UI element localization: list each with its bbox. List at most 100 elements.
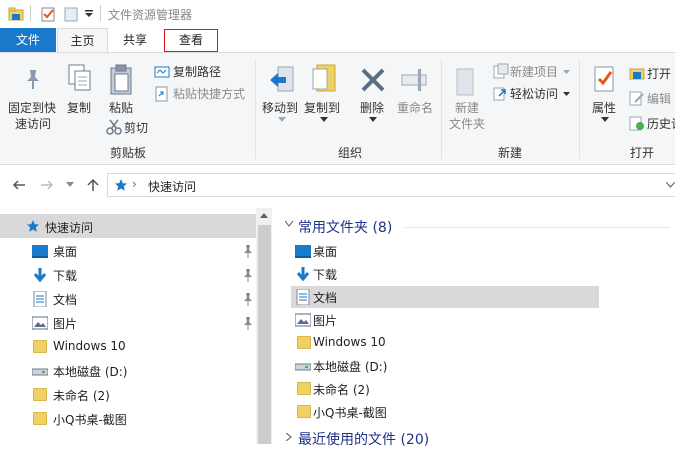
pin-icon[interactable] xyxy=(242,292,254,306)
easy-access-icon xyxy=(493,87,506,101)
properties-chevron-icon xyxy=(601,117,609,122)
new-item-button[interactable]: 新建项目 xyxy=(510,64,558,80)
copy-button[interactable]: 复制 xyxy=(67,100,91,116)
nav-label: 快速访问 xyxy=(45,221,94,235)
easy-access-chevron-icon xyxy=(563,92,570,96)
nav-label: 未命名 (2) xyxy=(53,389,110,403)
list-item-unnamed-2[interactable]: 未命名 (2) xyxy=(291,378,599,400)
forward-arrow-icon[interactable] xyxy=(40,179,54,191)
delete-icon xyxy=(361,68,385,92)
properties-button[interactable]: 属性 xyxy=(592,100,616,116)
new-folder-quick-icon[interactable] xyxy=(63,6,79,22)
copy-to-chevron-icon xyxy=(320,117,328,122)
tab-home[interactable]: 主页 xyxy=(57,28,108,53)
copy-icon xyxy=(68,64,91,91)
window-title: 文件资源管理器 xyxy=(108,8,193,22)
scroll-up-arrow-icon[interactable] xyxy=(260,213,268,219)
quick-access-star-icon xyxy=(27,220,39,232)
nav-item-windows10[interactable]: Windows 10 xyxy=(0,335,256,359)
pictures-icon xyxy=(32,316,48,330)
nav-item-documents[interactable]: 文档 xyxy=(0,287,256,311)
paste-button[interactable]: 粘贴 xyxy=(109,100,133,116)
list-item-downloads[interactable]: 下载 xyxy=(291,263,599,285)
pin-icon[interactable] xyxy=(242,268,254,282)
back-arrow-icon[interactable] xyxy=(12,179,26,191)
copy-to-icon xyxy=(312,64,336,92)
nav-label: 本地磁盘 (D:) xyxy=(53,365,128,379)
paste-shortcut-button[interactable]: 粘贴快捷方式 xyxy=(173,86,245,102)
ribbon-home: 固定到快 速访问 复制 粘贴 复制路径 粘贴快捷方式 剪切 剪贴板 移动到 复制… xyxy=(0,52,675,165)
rename-button[interactable]: 重命名 xyxy=(397,100,433,116)
open-button[interactable]: 打开 xyxy=(647,66,671,82)
tab-file[interactable]: 文件 xyxy=(0,28,56,52)
pin-icon[interactable] xyxy=(242,316,254,330)
section-expand-chevron-icon[interactable] xyxy=(286,433,292,441)
paste-shortcut-icon xyxy=(155,86,168,102)
easy-access-button[interactable]: 轻松访问 xyxy=(510,86,558,102)
nav-item-pictures[interactable]: 图片 xyxy=(0,311,256,335)
list-item-label: 未命名 (2) xyxy=(313,383,370,397)
edit-icon xyxy=(629,91,644,106)
list-item-windows10[interactable]: Windows 10 xyxy=(291,332,599,354)
move-to-button[interactable]: 移动到 xyxy=(262,100,298,116)
nav-item-quick-access[interactable]: 快速访问 xyxy=(0,214,256,238)
desktop-icon xyxy=(32,245,48,258)
section-collapse-chevron-icon[interactable] xyxy=(285,221,293,227)
section-divider xyxy=(405,227,670,228)
nav-item-unnamed-2[interactable]: 未命名 (2) xyxy=(0,383,256,407)
properties-icon xyxy=(594,66,614,92)
tab-view[interactable]: 查看 xyxy=(164,29,218,52)
recent-locations-chevron-icon[interactable] xyxy=(66,182,74,188)
customize-toolbar-chevron-icon[interactable] xyxy=(84,10,94,18)
recent-files-header[interactable]: 最近使用的文件 (20) xyxy=(298,429,429,449)
copy-path-button[interactable]: 复制路径 xyxy=(173,64,221,80)
folder-icon xyxy=(33,388,47,401)
list-item-label: 图片 xyxy=(313,314,338,328)
new-folder-button[interactable]: 新建 xyxy=(455,100,479,116)
new-item-icon xyxy=(493,63,509,79)
nav-item-xiaoq-screenshots[interactable]: 小Q书桌-截图 xyxy=(0,407,256,431)
ribbon-tabs: 文件 主页 共享 查看 xyxy=(0,28,675,53)
address-history-chevron-icon[interactable] xyxy=(666,182,675,188)
history-button[interactable]: 历史记 xyxy=(647,116,675,132)
nav-item-local-disk-d[interactable]: 本地磁盘 (D:) xyxy=(0,359,256,383)
pin-quick-access-button[interactable]: 固定到快 xyxy=(8,100,56,116)
quick-access-star-icon xyxy=(115,179,127,191)
properties-quick-icon[interactable] xyxy=(40,6,56,22)
document-icon xyxy=(33,291,47,307)
list-item-desktop[interactable]: 桌面 xyxy=(291,240,599,262)
delete-button[interactable]: 删除 xyxy=(360,100,384,116)
nav-item-downloads[interactable]: 下载 xyxy=(0,263,256,287)
nav-label: 下载 xyxy=(53,269,78,283)
list-item-xiaoq-screenshots[interactable]: 小Q书桌-截图 xyxy=(291,401,599,423)
pin-icon[interactable] xyxy=(242,244,254,258)
delete-chevron-icon xyxy=(369,117,377,122)
up-arrow-icon[interactable] xyxy=(86,178,100,192)
paste-icon xyxy=(110,64,132,95)
address-bar[interactable]: › 快速访问 xyxy=(107,173,675,197)
nav-label: 小Q书桌-截图 xyxy=(53,413,127,427)
move-to-chevron-icon xyxy=(278,117,286,122)
folder-icon xyxy=(297,405,311,418)
file-explorer-icon xyxy=(8,7,24,21)
nav-scrollbar-thumb[interactable] xyxy=(258,225,271,444)
copy-to-button[interactable]: 复制到 xyxy=(304,100,340,116)
list-item-local-disk-d[interactable]: 本地磁盘 (D:) xyxy=(291,355,599,377)
list-item-label: 小Q书桌-截图 xyxy=(313,406,387,420)
download-arrow-icon xyxy=(296,267,310,282)
nav-label: 图片 xyxy=(53,317,78,331)
list-item-pictures[interactable]: 图片 xyxy=(291,309,599,331)
frequent-folders-header[interactable]: 常用文件夹 (8) xyxy=(298,217,392,237)
new-folder-icon xyxy=(456,68,474,96)
copy-path-icon xyxy=(154,66,170,78)
new-folder-label-2: 文件夹 xyxy=(449,117,486,131)
breadcrumb-quick-access[interactable]: 快速访问 xyxy=(148,178,196,195)
folder-icon xyxy=(33,412,47,425)
cut-button[interactable]: 剪切 xyxy=(124,120,148,136)
list-item-label: 下载 xyxy=(313,268,338,282)
list-item-label: Windows 10 xyxy=(313,335,386,349)
nav-item-desktop[interactable]: 桌面 xyxy=(0,239,256,263)
edit-button[interactable]: 编辑 xyxy=(647,91,671,107)
tab-share[interactable]: 共享 xyxy=(110,28,160,52)
list-item-documents[interactable]: 文档 xyxy=(291,286,599,308)
